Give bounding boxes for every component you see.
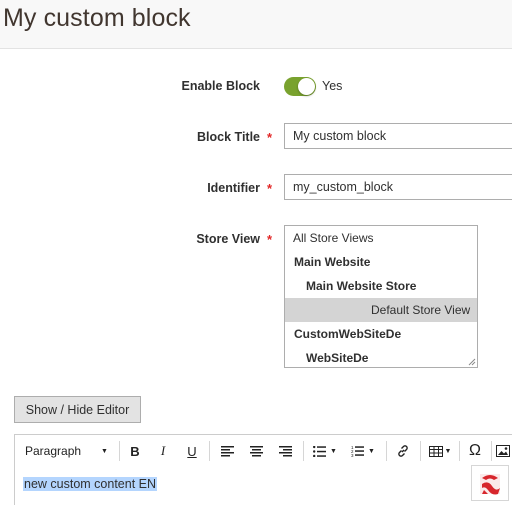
chevron-down-icon: ▼ <box>101 447 108 455</box>
underline-button[interactable]: U <box>181 439 203 463</box>
align-center-icon[interactable] <box>244 439 268 463</box>
chevron-down-icon: ▼ <box>444 447 452 455</box>
store-view-multiselect[interactable]: All Store Views Main Website Main Websit… <box>284 225 478 368</box>
block-title-required-mark: * <box>267 130 273 145</box>
bullet-list-icon[interactable]: ▼ <box>308 439 342 463</box>
identifier-input[interactable] <box>284 174 512 200</box>
show-hide-editor-button[interactable]: Show / Hide Editor <box>14 396 141 423</box>
align-right-icon[interactable] <box>273 439 297 463</box>
editor-toolbar: Paragraph ▼ B I U ▼ 123 ▼ ▼ Ω <box>14 434 512 467</box>
identifier-required-mark: * <box>267 181 273 196</box>
format-select-value: Paragraph <box>25 444 82 458</box>
chevron-down-icon: ▼ <box>368 447 375 455</box>
store-option-main-website-store[interactable]: Main Website Store <box>285 274 477 298</box>
toolbar-divider <box>119 441 120 461</box>
toolbar-divider <box>491 441 492 461</box>
enable-block-toggle[interactable] <box>284 77 316 96</box>
special-character-icon[interactable]: Ω <box>463 439 487 463</box>
chevron-down-icon: ▼ <box>330 447 337 455</box>
toolbar-divider <box>386 441 387 461</box>
enable-block-label: Enable Block <box>181 79 261 93</box>
store-view-label: Store View <box>196 232 260 246</box>
store-option-websitede[interactable]: WebSiteDe <box>285 346 477 367</box>
editor-content-text[interactable]: new custom content EN <box>23 477 158 491</box>
toolbar-divider <box>420 441 421 461</box>
insert-image-icon[interactable] <box>494 439 512 463</box>
store-option-default-store-view[interactable]: Default Store View <box>285 298 477 322</box>
page-title: My custom block <box>3 4 191 32</box>
block-title-label: Block Title <box>197 130 260 144</box>
toolbar-divider <box>209 441 210 461</box>
identifier-label: Identifier <box>207 181 260 195</box>
toggle-knob <box>298 78 315 95</box>
numbered-list-icon[interactable]: 123 ▼ <box>345 439 381 463</box>
toolbar-divider <box>303 441 304 461</box>
align-left-icon[interactable] <box>215 439 239 463</box>
italic-button[interactable]: I <box>152 439 174 463</box>
enable-block-value: Yes <box>322 79 343 93</box>
store-option-main-website[interactable]: Main Website <box>285 250 477 274</box>
page-header: My custom block <box>0 0 512 49</box>
store-option-customwebsitede[interactable]: CustomWebSiteDe <box>285 322 477 346</box>
bold-button[interactable]: B <box>124 439 146 463</box>
editor-content-area[interactable]: new custom content EN <box>14 466 512 505</box>
svg-text:3: 3 <box>351 453 354 457</box>
store-option-all[interactable]: All Store Views <box>285 226 477 250</box>
block-title-input[interactable] <box>284 123 512 149</box>
toolbar-divider <box>459 441 460 461</box>
format-select[interactable]: Paragraph ▼ <box>17 439 115 463</box>
store-view-required-mark: * <box>267 232 273 247</box>
link-icon[interactable] <box>391 439 415 463</box>
resize-grip-icon[interactable] <box>468 358 476 366</box>
widget-placeholder-icon[interactable] <box>471 465 509 501</box>
table-icon[interactable]: ▼ <box>425 439 455 463</box>
